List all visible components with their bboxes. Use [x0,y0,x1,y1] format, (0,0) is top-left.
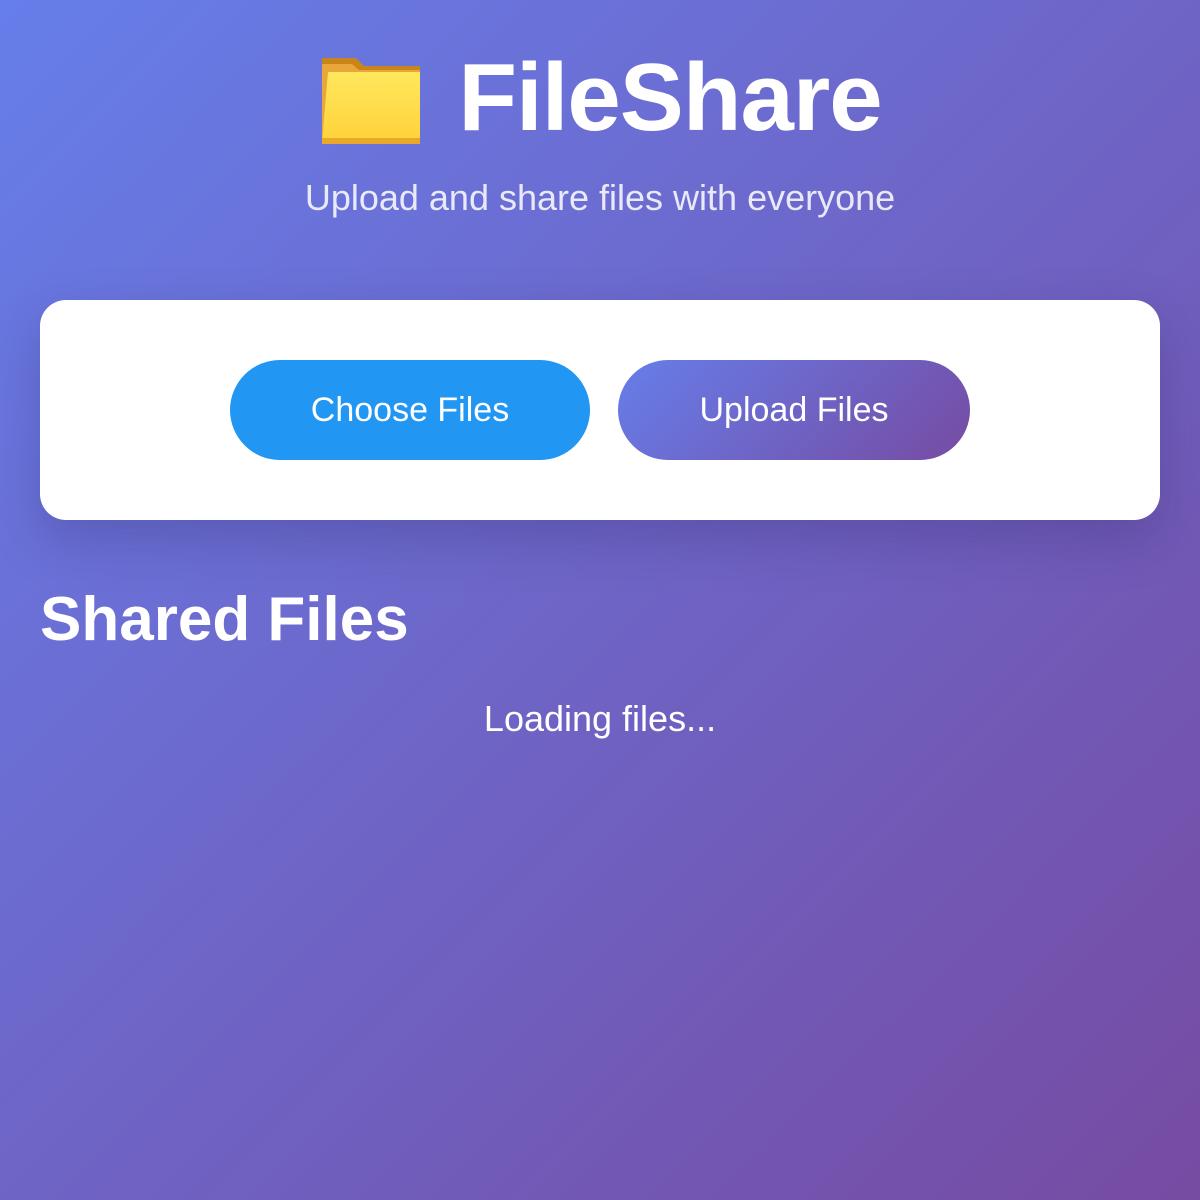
upload-card: Choose Files Upload Files [40,300,1160,520]
loading-status: Loading files... [483,698,717,739]
app-header: FileShare Upload and share files with ev… [0,40,1200,219]
app-title: FileShare [458,43,882,151]
app-subtitle: Upload and share files with everyone [304,177,896,218]
choose-files-button[interactable]: Choose Files [230,360,590,460]
shared-files-heading: Shared Files [40,585,409,654]
title-row: FileShare [0,40,1200,155]
upload-files-button[interactable]: Upload Files [618,360,970,460]
folder-icon [318,50,424,146]
